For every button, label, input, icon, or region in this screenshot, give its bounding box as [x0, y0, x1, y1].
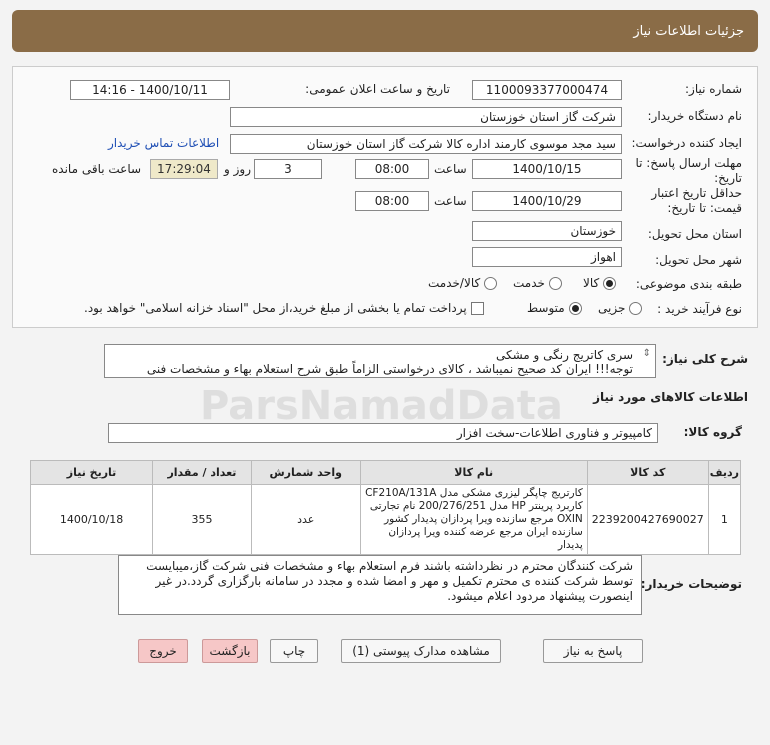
radio-icon	[603, 277, 617, 290]
remaining-time-label: ساعت باقی مانده	[52, 162, 142, 176]
cell-unit: عدد	[250, 484, 361, 555]
radio-icon	[484, 277, 498, 290]
validity-date-field: 1400/10/29	[472, 191, 622, 211]
days-label: روز و	[224, 162, 251, 176]
province-field: خوزستان	[472, 221, 622, 241]
col-date-header: تاریخ نیاز	[29, 460, 154, 485]
process-radio-medium[interactable]: متوسط	[527, 301, 582, 315]
back-button[interactable]: بازگشت	[202, 639, 258, 663]
cell-date: 1400/10/18	[29, 484, 154, 555]
treasury-payment-note: پرداخت تمام یا بخشی از مبلغ خرید،از محل …	[84, 301, 467, 315]
buyer-notes-label: توضیحات خریدار:	[640, 577, 742, 591]
goods-section-title: اطلاعات کالاهای مورد نیاز	[593, 390, 748, 404]
summary-label: شرح کلی نیاز:	[662, 352, 748, 366]
creator-field: سید مجد موسوی کارمند اداره کالا شرکت گاز…	[230, 134, 622, 154]
city-label: شهر محل تحویل:	[655, 253, 742, 267]
treasury-payment-checkbox[interactable]: پرداخت تمام یا بخشی از مبلغ خرید،از محل …	[84, 301, 484, 315]
validity-time-field: 08:00	[355, 191, 429, 211]
category-radio-goods[interactable]: کالا	[583, 276, 617, 290]
buyer-org-label: نام دستگاه خریدار:	[647, 109, 743, 123]
col-unit-header: واحد شمارش	[250, 460, 361, 485]
radio-icon	[548, 277, 562, 290]
radio-icon	[568, 302, 582, 315]
deadline-time-field: 08:00	[355, 159, 429, 179]
cell-code: 2239200427690027	[586, 484, 709, 555]
resize-icon: ⇕	[642, 348, 651, 359]
checkbox-icon	[470, 302, 484, 315]
need-number-label: شماره نیاز:	[685, 82, 742, 96]
process-radio-minor[interactable]: جزیی	[598, 301, 643, 315]
category-radio-goods-service[interactable]: کالا/خدمت	[428, 276, 498, 290]
validity-time-label: ساعت	[434, 194, 467, 208]
validity-label-line2: قیمت: تا تاریخ:	[667, 201, 742, 215]
goods-table: ردیف کد کالا نام کالا واحد شمارش تعداد /…	[29, 460, 742, 555]
buyer-contact-link[interactable]: اطلاعات تماس خریدار	[108, 136, 219, 150]
deadline-date-field: 1400/10/15	[472, 159, 622, 179]
table-header-row: ردیف کد کالا نام کالا واحد شمارش تعداد /…	[29, 460, 742, 485]
page-title: جزئیات اطلاعات نیاز	[633, 24, 744, 39]
radio-icon	[629, 302, 643, 315]
goods-group-label: گروه کالا:	[683, 425, 742, 439]
view-attachments-button[interactable]: مشاهده مدارک پیوستی (1)	[341, 639, 501, 663]
deadline-time-label: ساعت	[434, 162, 467, 176]
remaining-time-field: 17:29:04	[150, 159, 218, 179]
cell-row: 1	[707, 484, 742, 555]
category-label: طبقه بندی موضوعی:	[635, 277, 742, 291]
cell-quantity: 355	[152, 484, 252, 555]
process-label: نوع فرآیند خرید :	[657, 302, 742, 316]
deadline-label-line2: تاریخ:	[714, 171, 742, 185]
page-title-bar: جزئیات اطلاعات نیاز	[12, 10, 758, 52]
summary-line1: سری کاتریج رنگی و مشکی	[495, 348, 633, 362]
exit-button[interactable]: خروج	[138, 639, 188, 663]
buyer-org-field: شرکت گاز استان خوزستان	[230, 107, 622, 127]
buyer-notes-box: شرکت کنندگان محترم در نظرداشته باشند فرم…	[118, 555, 642, 615]
city-field: اهواز	[472, 247, 622, 267]
reply-button[interactable]: پاسخ به نیاز	[543, 639, 643, 663]
creator-label: ایجاد کننده درخواست:	[631, 136, 742, 150]
need-number-field: 1100093377000474	[472, 80, 622, 100]
table-row: 1 2239200427690027 کارتریج چاپگر لیزری م…	[29, 484, 742, 555]
announce-date-field: 1400/10/11 - 14:16	[70, 80, 230, 100]
col-quantity-header: تعداد / مقدار	[152, 460, 252, 485]
col-row-header: ردیف	[707, 460, 742, 485]
summary-box: ⇕ سری کاتریج رنگی و مشکی توجه!!! ایران ک…	[104, 344, 656, 378]
validity-label-line1: حداقل تاریخ اعتبار	[651, 186, 742, 200]
province-label: استان محل تحویل:	[647, 227, 742, 241]
category-radio-service[interactable]: خدمت	[513, 276, 562, 290]
announce-label: تاریخ و ساعت اعلان عمومی:	[305, 82, 450, 96]
deadline-label-line1: مهلت ارسال پاسخ: تا	[635, 156, 742, 170]
goods-group-field: کامپیوتر و فناوری اطلاعات-سخت افزار	[108, 423, 658, 443]
print-button[interactable]: چاپ	[270, 639, 318, 663]
days-remaining-field: 3	[254, 159, 322, 179]
cell-name: کارتریج چاپگر لیزری مشکی مدل CF210A/131A…	[359, 484, 588, 555]
summary-line2: توجه!!! ایران کد صحیح نمیباشد ، کالای در…	[146, 362, 633, 376]
col-name-header: نام کالا	[359, 460, 588, 485]
col-code-header: کد کالا	[586, 460, 709, 485]
